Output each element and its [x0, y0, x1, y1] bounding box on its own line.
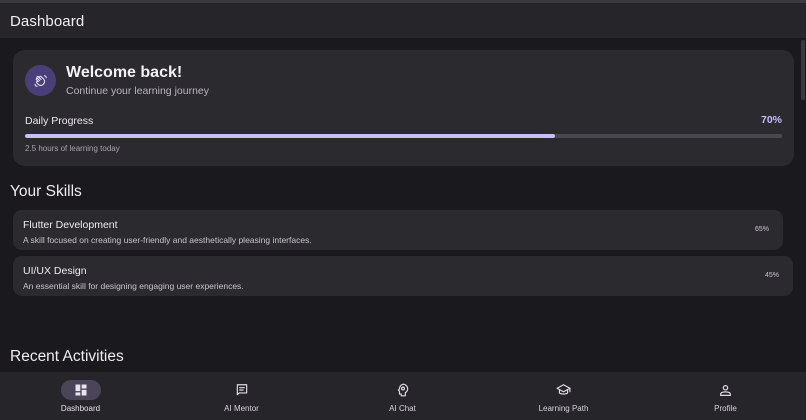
welcome-card: Welcome back! Continue your learning jou… — [13, 50, 794, 166]
chat-bubble-icon — [236, 384, 247, 396]
welcome-title: Welcome back! — [66, 64, 183, 81]
nav-item-ai-chat[interactable]: AI Chat — [322, 372, 483, 420]
app-bar: Dashboard — [0, 0, 806, 38]
nav-label: AI Mentor — [224, 404, 259, 413]
waving-hands-icon — [33, 74, 47, 87]
skill-card[interactable]: UI/UX Design An essential skill for desi… — [13, 256, 793, 296]
nav-icon-container — [706, 380, 746, 400]
person-icon — [720, 384, 731, 396]
skill-name: Flutter Development — [23, 219, 118, 231]
nav-label: Profile — [714, 404, 737, 413]
bottom-navigation: Dashboard AI Mentor AI Chat Learning Pat… — [0, 372, 806, 420]
nav-icon-container — [383, 380, 423, 400]
nav-item-dashboard[interactable]: Dashboard — [0, 372, 161, 420]
app-frame: Dashboard Welcome back! Continue your le… — [0, 0, 806, 420]
daily-progress-percent: 70% — [760, 114, 782, 126]
page-title: Dashboard — [10, 13, 85, 30]
scrollbar[interactable] — [800, 38, 806, 372]
skill-name: UI/UX Design — [23, 265, 87, 277]
scrollbar-thumb[interactable] — [801, 40, 805, 100]
graduation-cap-icon — [556, 384, 571, 395]
daily-progress-label: Daily Progress — [25, 115, 94, 127]
dashboard-icon — [75, 384, 86, 396]
daily-progress-bar — [25, 134, 782, 138]
skill-card[interactable]: Flutter Development A skill focused on c… — [13, 210, 783, 250]
nav-active-indicator — [60, 380, 101, 400]
skill-description: An essential skill for designing engagin… — [23, 281, 244, 291]
dashboard-content[interactable]: Welcome back! Continue your learning jou… — [0, 38, 806, 372]
daily-progress-fill — [25, 134, 555, 138]
welcome-avatar — [25, 65, 56, 96]
psychology-icon — [397, 383, 408, 397]
nav-icon-container — [544, 380, 584, 400]
welcome-subtitle: Continue your learning journey — [66, 85, 210, 97]
skill-description: A skill focused on creating user-friendl… — [23, 235, 312, 245]
nav-item-learning-path[interactable]: Learning Path — [483, 372, 644, 420]
nav-label: AI Chat — [389, 404, 416, 413]
nav-item-profile[interactable]: Profile — [645, 372, 806, 420]
nav-icon-container — [222, 380, 262, 400]
nav-item-ai-mentor[interactable]: AI Mentor — [161, 372, 322, 420]
skill-percent: 45% — [764, 272, 779, 279]
activities-section-title: Recent Activities — [10, 348, 124, 365]
skills-section-title: Your Skills — [10, 183, 82, 200]
nav-label: Learning Path — [538, 404, 589, 413]
skill-percent: 65% — [754, 226, 769, 233]
daily-progress-note: 2.5 hours of learning today — [25, 144, 120, 153]
nav-label: Dashboard — [60, 404, 101, 413]
